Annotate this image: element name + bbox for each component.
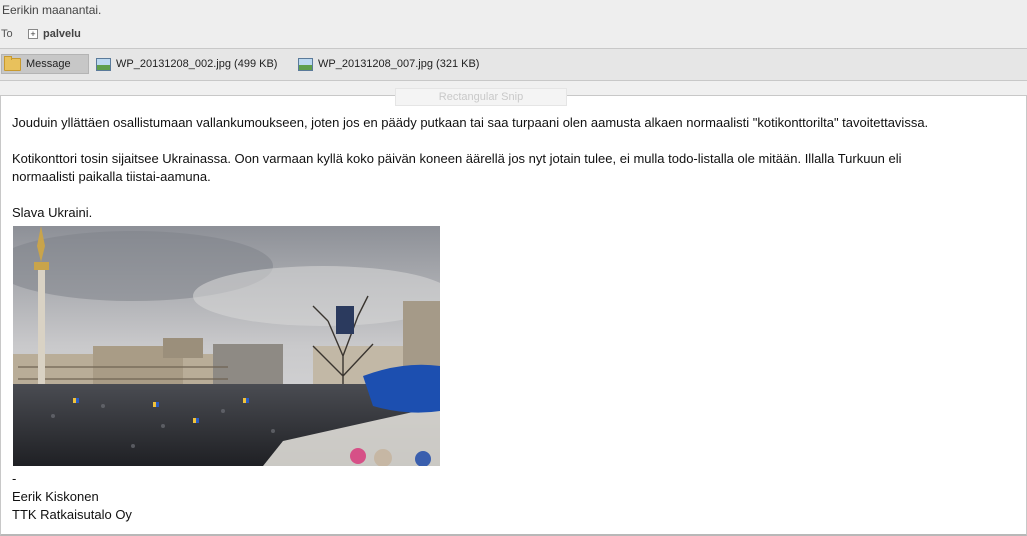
expand-recipient-icon[interactable]: + — [28, 29, 38, 39]
to-label: To — [1, 28, 13, 40]
attachment-wp-007[interactable]: WP_20131208_007.jpg (321 KB) — [298, 54, 479, 74]
signature-company: TTK Ratkaisutalo Oy — [12, 507, 132, 522]
paragraph: Jouduin yllättäen osallistumaan vallanku… — [12, 115, 929, 130]
signature: - Eerik Kiskonen TTK Ratkaisutalo Oy — [12, 470, 132, 524]
attachment-message[interactable]: Message — [1, 54, 89, 74]
rectangular-snip-label: Rectangular Snip — [395, 88, 567, 106]
folder-icon — [4, 55, 21, 71]
divider — [0, 80, 1027, 81]
image-file-icon — [96, 57, 111, 71]
paragraph: normaalisti paikalla tiistai-aamuna. — [12, 169, 211, 184]
attachment-label: Message — [26, 58, 71, 70]
signature-name: Eerik Kiskonen — [12, 489, 99, 504]
message-text: Jouduin yllättäen osallistumaan vallanku… — [12, 114, 1002, 222]
image-file-icon — [298, 57, 313, 71]
subject-line: Eerikin maanantai. — [2, 3, 102, 17]
paragraph: Kotikonttori tosin sijaitsee Ukrainassa.… — [12, 151, 902, 166]
attachment-label: WP_20131208_007.jpg (321 KB) — [318, 58, 480, 70]
attachment-bar: Message WP_20131208_002.jpg (499 KB) WP_… — [0, 49, 1027, 80]
crowd-photo-illustration — [13, 226, 440, 466]
attachment-label: WP_20131208_002.jpg (499 KB) — [116, 58, 278, 70]
to-row: To + palvelu — [0, 26, 81, 42]
signature-dash: - — [12, 471, 17, 486]
message-body[interactable]: Jouduin yllättäen osallistumaan vallanku… — [0, 95, 1027, 536]
paragraph: Slava Ukraini. — [12, 205, 93, 220]
recipient-name[interactable]: palvelu — [43, 28, 81, 40]
inline-photo[interactable] — [13, 226, 440, 466]
attachment-wp-002[interactable]: WP_20131208_002.jpg (499 KB) — [96, 54, 277, 74]
message-header: Eerikin maanantai. To + palvelu — [0, 0, 1027, 48]
